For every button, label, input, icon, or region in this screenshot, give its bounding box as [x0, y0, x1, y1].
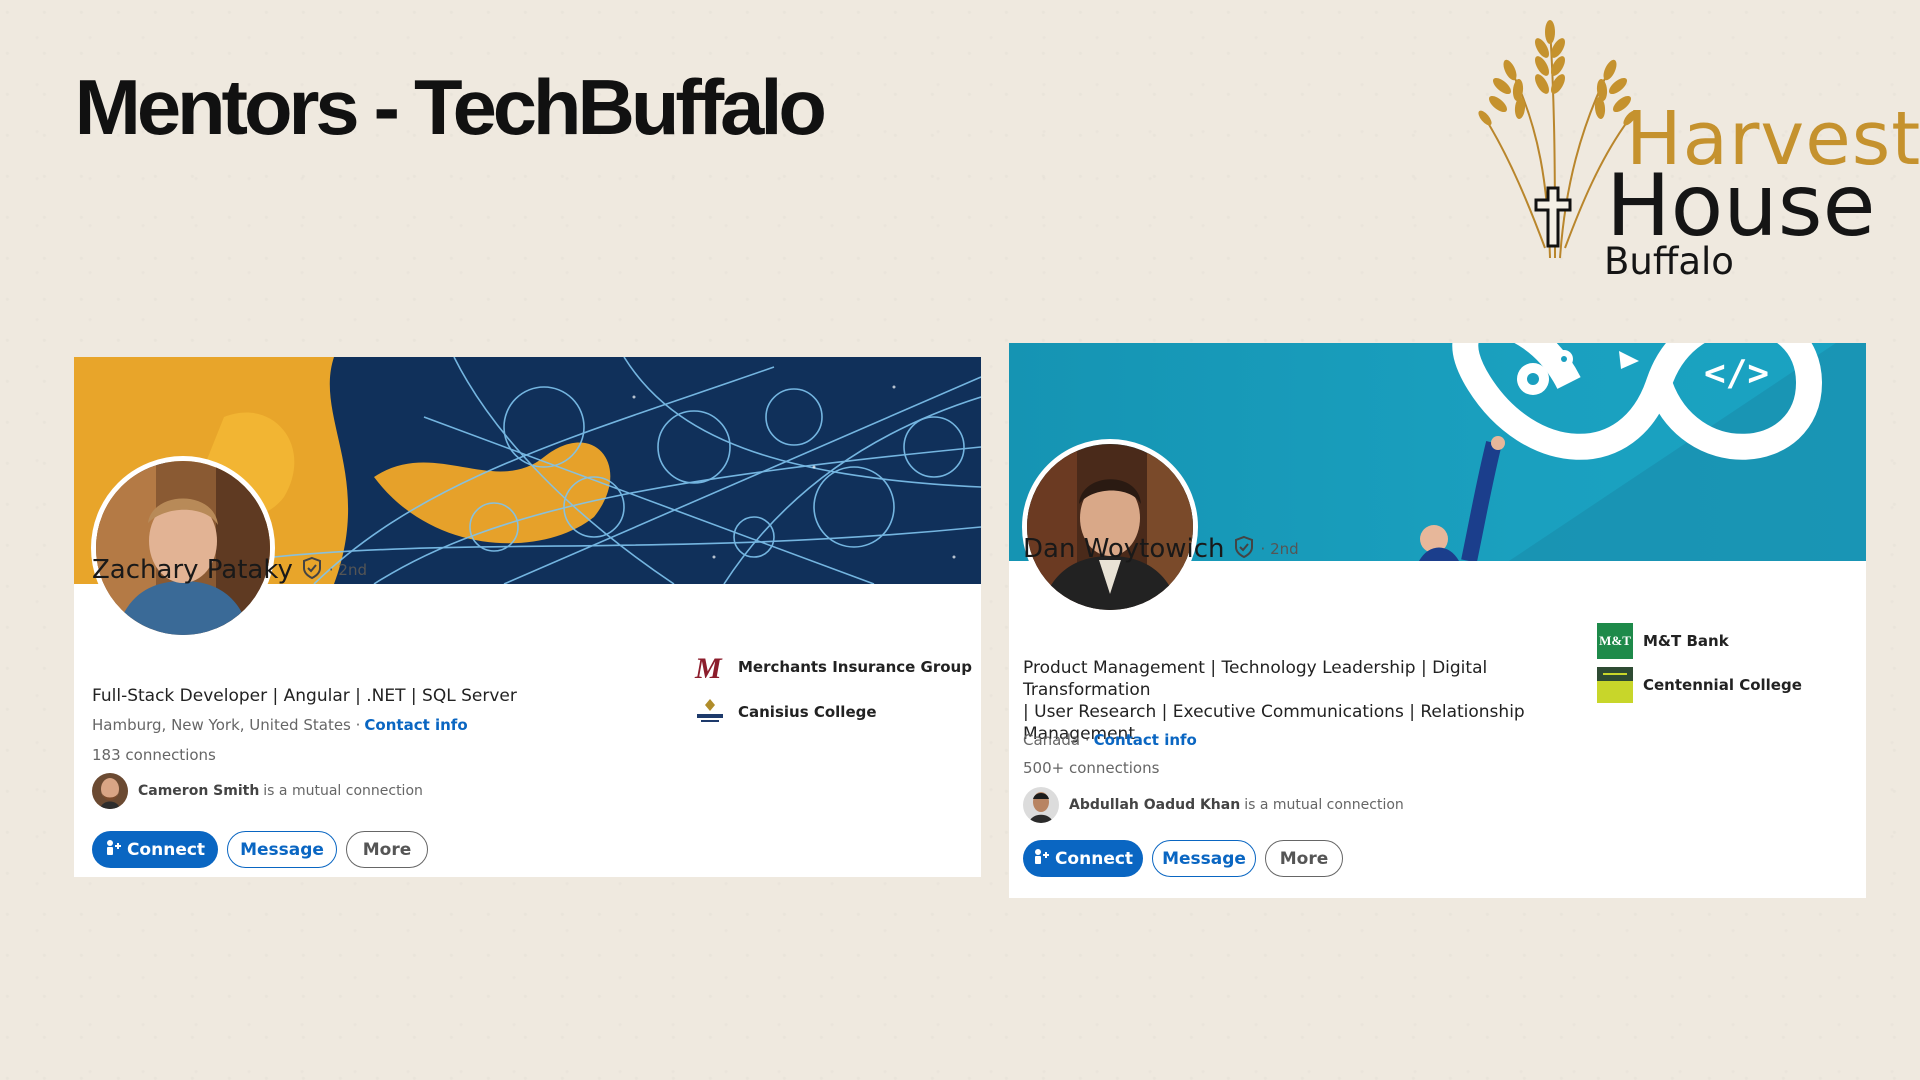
more-button[interactable]: More	[1265, 840, 1343, 877]
school-name: Canisius College	[738, 703, 877, 721]
profile-avatar[interactable]	[91, 456, 275, 640]
svg-text:M: M	[694, 652, 723, 682]
mutual-avatar	[1023, 787, 1059, 823]
person-photo-icon	[1027, 444, 1193, 610]
profile-location-row: Hamburg, New York, United States · Contac…	[92, 716, 468, 734]
connect-button[interactable]: Connect	[92, 831, 218, 868]
school-name: Centennial College	[1643, 676, 1802, 694]
profile-location: Canada ·	[1023, 731, 1090, 749]
verified-shield-icon[interactable]	[1233, 535, 1255, 564]
connections-count[interactable]: 500+ connections	[1023, 759, 1159, 777]
mutual-connection-row[interactable]: Cameron Smith is a mutual connection	[92, 773, 423, 809]
contact-info-link[interactable]: Contact info	[364, 716, 467, 734]
mt-bank-logo-icon: M&T	[1597, 623, 1633, 659]
canisius-logo-icon	[692, 694, 728, 730]
contact-info-link[interactable]: Contact info	[1094, 731, 1197, 749]
profile-name-row: Zachary Pataky · 2nd	[92, 555, 367, 585]
verified-shield-icon[interactable]	[301, 556, 323, 585]
company-name: Merchants Insurance Group	[738, 658, 972, 676]
mutual-name: Cameron Smith	[138, 783, 260, 799]
headline-line: Product Management | Technology Leadersh…	[1023, 658, 1488, 700]
add-person-icon	[105, 839, 121, 860]
slide-title: Mentors - TechBuffalo	[74, 63, 827, 151]
logo-buffalo-text: Buffalo	[1604, 240, 1734, 283]
profile-name: Dan Woytowich	[1023, 534, 1225, 564]
profile-name-row: Dan Woytowich · 2nd	[1023, 534, 1299, 564]
mutual-text: is a mutual connection	[263, 783, 423, 799]
profile-name: Zachary Pataky	[92, 555, 293, 585]
profile-location-row: Canada · Contact info	[1023, 731, 1197, 749]
mutual-avatar	[92, 773, 128, 809]
connect-label: Connect	[1054, 848, 1134, 869]
mutual-name: Abdullah Oadud Khan	[1069, 797, 1241, 813]
profile-headline: Full-Stack Developer | Angular | .NET | …	[92, 686, 517, 706]
mutual-connection-row[interactable]: Abdullah Oadud Khan is a mutual connecti…	[1023, 787, 1404, 823]
headline-line: | User Research | Executive Communicatio…	[1023, 702, 1525, 722]
company-name: M&T Bank	[1643, 632, 1729, 650]
connection-degree: · 2nd	[328, 561, 367, 579]
education-school[interactable]: Centennial College	[1597, 667, 1802, 703]
add-person-icon	[1033, 848, 1049, 869]
education-school[interactable]: Canisius College	[692, 694, 877, 730]
connect-button[interactable]: Connect	[1023, 840, 1143, 877]
more-button[interactable]: More	[346, 831, 428, 868]
connect-label: Connect	[126, 839, 206, 860]
message-button[interactable]: Message	[1152, 840, 1256, 877]
svg-text:</>: </>	[1704, 353, 1769, 394]
centennial-logo-icon	[1597, 667, 1633, 703]
person-photo-icon	[96, 461, 270, 635]
merchants-logo-icon: M	[692, 649, 728, 685]
profile-card-dan: </> Dan Woytowich · 2nd Product Manageme…	[1009, 343, 1866, 898]
connection-degree: · 2nd	[1260, 540, 1299, 558]
current-company[interactable]: M Merchants Insurance Group	[692, 649, 972, 685]
profile-location: Hamburg, New York, United States ·	[92, 716, 361, 734]
profile-avatar[interactable]	[1022, 439, 1198, 615]
harvest-house-logo: Harvest House Buffalo	[1470, 8, 1920, 283]
message-button[interactable]: Message	[227, 831, 337, 868]
profile-card-zachary: Zachary Pataky · 2nd Full-Stack Develope…	[74, 357, 981, 877]
connections-count[interactable]: 183 connections	[92, 746, 216, 764]
current-company[interactable]: M&T M&T Bank	[1597, 623, 1729, 659]
mutual-text: is a mutual connection	[1244, 797, 1404, 813]
